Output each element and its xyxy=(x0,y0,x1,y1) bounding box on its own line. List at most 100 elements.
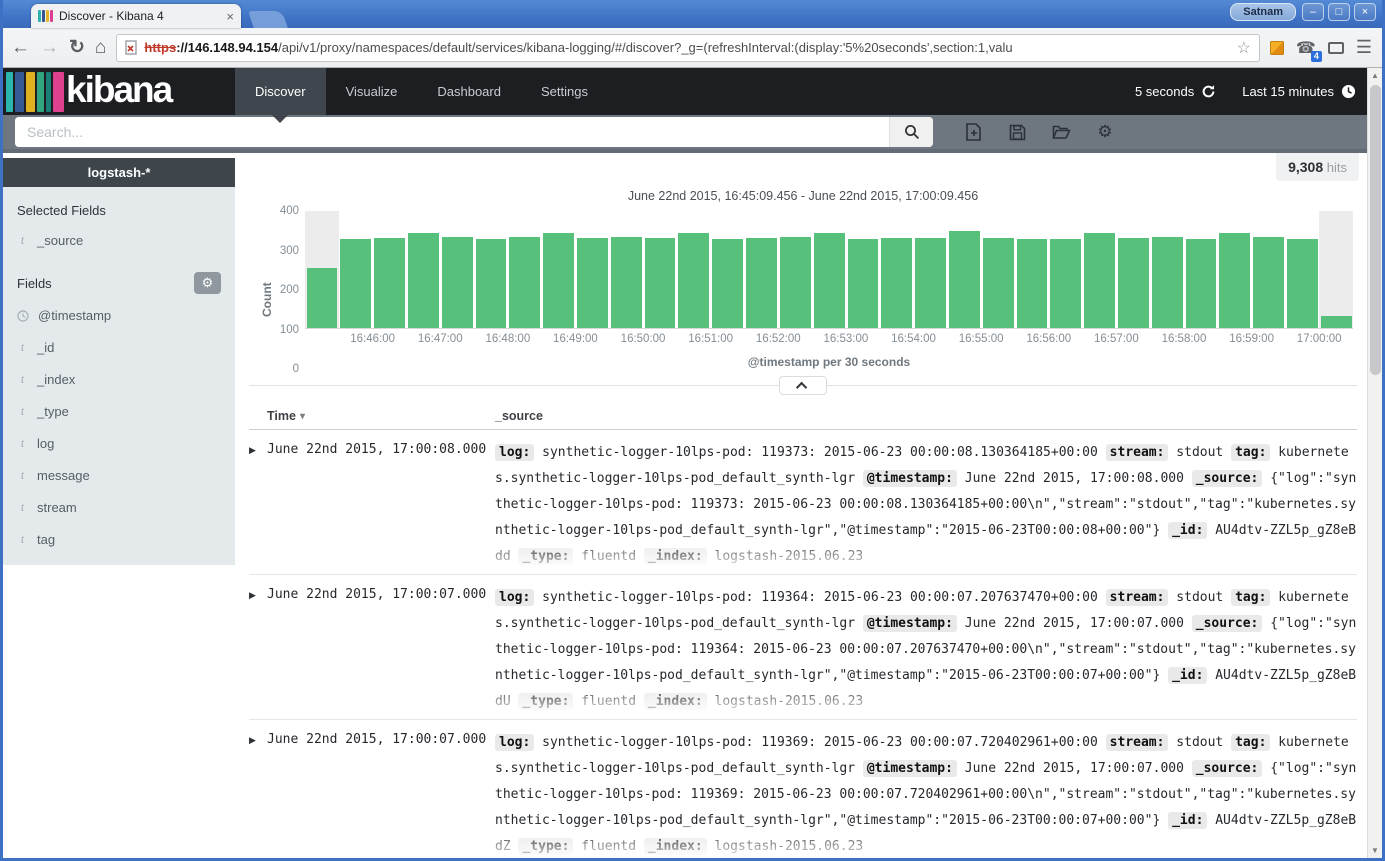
histogram-bar[interactable] xyxy=(1152,237,1183,328)
column-header-time[interactable]: Time▾ xyxy=(249,409,495,423)
logo-bar xyxy=(53,72,64,112)
scroll-up-icon[interactable]: ▲ xyxy=(1371,68,1379,83)
time-range-control[interactable]: Last 15 minutes xyxy=(1242,84,1356,99)
page-scrollbar[interactable]: ▲ ▼ xyxy=(1367,68,1382,858)
histogram-bar[interactable] xyxy=(645,238,676,328)
field-name-badge: @timestamp: xyxy=(863,470,957,487)
histogram-bar[interactable] xyxy=(1321,316,1352,328)
histogram-bar[interactable] xyxy=(1017,239,1048,329)
profile-button[interactable]: Satnam xyxy=(1230,3,1296,21)
nav-item-settings[interactable]: Settings xyxy=(521,68,608,115)
histogram-bar[interactable] xyxy=(780,237,811,328)
histogram-bar[interactable] xyxy=(1084,233,1115,328)
field-settings-button[interactable]: ⚙ xyxy=(194,272,221,294)
histogram-chart: Count 0100200300400 16:46:0016:47:0016:4… xyxy=(249,211,1357,369)
scroll-down-icon[interactable]: ▼ xyxy=(1371,843,1379,858)
field-label: _index xyxy=(37,372,75,387)
search-button[interactable] xyxy=(889,117,933,147)
histogram-bar[interactable] xyxy=(374,238,405,328)
chrome-menu-icon[interactable]: ☰ xyxy=(1356,37,1372,58)
histogram-bar[interactable] xyxy=(1186,239,1217,328)
histogram-bar[interactable] xyxy=(1287,239,1318,329)
extension-icon[interactable] xyxy=(1270,41,1284,55)
histogram-bar[interactable] xyxy=(881,238,912,328)
histogram-bar[interactable] xyxy=(746,238,777,328)
y-tick-label: 300 xyxy=(280,245,299,257)
collapse-chart-button[interactable] xyxy=(779,376,827,395)
discover-content: 9,308 hits June 22nd 2015, 16:45:09.456 … xyxy=(235,153,1367,858)
field-item-stream[interactable]: tstream xyxy=(3,491,235,523)
forward-icon[interactable]: → xyxy=(40,38,59,57)
refresh-interval-control[interactable]: 5 seconds xyxy=(1135,84,1216,99)
index-pattern-header[interactable]: logstash-* xyxy=(3,158,235,187)
histogram-bar[interactable] xyxy=(814,233,845,328)
field-item-tag[interactable]: ttag xyxy=(3,523,235,555)
field-item-message[interactable]: tmessage xyxy=(3,459,235,491)
refresh-interval-label: 5 seconds xyxy=(1135,84,1194,99)
histogram-bar-slot xyxy=(914,211,948,328)
tab-close-icon[interactable]: × xyxy=(226,10,234,23)
histogram-bar[interactable] xyxy=(678,233,709,328)
histogram-bar-slot xyxy=(981,211,1015,328)
field-item-@timestamp[interactable]: @timestamp xyxy=(3,300,235,331)
expand-row-icon[interactable]: ▶ xyxy=(249,440,267,570)
histogram-bar[interactable] xyxy=(983,238,1014,328)
nav-item-visualize[interactable]: Visualize xyxy=(326,68,418,115)
selected-fields-heading: Selected Fields xyxy=(3,187,235,224)
histogram-bar[interactable] xyxy=(543,233,574,328)
sort-desc-icon: ▾ xyxy=(300,411,305,422)
field-item-id[interactable]: t_id xyxy=(3,331,235,363)
histogram-bar[interactable] xyxy=(712,239,743,329)
histogram-bar[interactable] xyxy=(476,239,507,328)
minimize-button[interactable]: – xyxy=(1302,3,1324,21)
kibana-logo[interactable]: kibana xyxy=(3,68,235,115)
histogram-bar[interactable] xyxy=(1219,233,1250,328)
field-name-badge: tag: xyxy=(1231,589,1270,606)
histogram-bar[interactable] xyxy=(577,238,608,328)
histogram-bar[interactable] xyxy=(915,238,946,328)
nav-item-discover[interactable]: Discover xyxy=(235,68,326,115)
kibana-logo-bars-icon xyxy=(6,72,64,112)
cast-icon[interactable] xyxy=(1328,42,1344,54)
hangouts-phone-icon[interactable]: ☎4 xyxy=(1296,38,1316,58)
histogram-bar[interactable] xyxy=(1253,237,1284,328)
reload-icon[interactable]: ↻ xyxy=(69,38,85,57)
histogram-bar[interactable] xyxy=(611,237,642,328)
nav-item-dashboard[interactable]: Dashboard xyxy=(417,68,521,115)
histogram-bar[interactable] xyxy=(442,237,473,328)
expand-row-icon[interactable]: ▶ xyxy=(249,730,267,858)
histogram-bar[interactable] xyxy=(408,233,439,328)
home-icon[interactable]: ⌂ xyxy=(95,38,106,57)
histogram-bar[interactable] xyxy=(307,268,338,328)
new-tab-button[interactable] xyxy=(248,11,288,28)
field-item-source[interactable]: t_source xyxy=(3,224,235,256)
search-input[interactable] xyxy=(15,117,889,147)
browser-tab[interactable]: Discover - Kibana 4 × xyxy=(31,4,241,28)
histogram-bar[interactable] xyxy=(949,231,980,328)
field-name-badge: _type: xyxy=(518,548,573,565)
histogram-bar[interactable] xyxy=(340,239,371,329)
open-search-button[interactable] xyxy=(1039,124,1083,140)
hits-label: hits xyxy=(1327,160,1347,175)
field-name-badge: _type: xyxy=(518,693,573,710)
histogram-bar[interactable] xyxy=(1050,239,1081,329)
url-bar[interactable]: https://146.148.94.154/api/v1/proxy/name… xyxy=(116,34,1260,62)
field-item-type[interactable]: t_type xyxy=(3,395,235,427)
scrollbar-thumb[interactable] xyxy=(1370,85,1381,375)
histogram-bar[interactable] xyxy=(509,237,540,328)
back-icon[interactable]: ← xyxy=(11,38,30,57)
field-item-index[interactable]: t_index xyxy=(3,363,235,395)
save-search-button[interactable] xyxy=(995,124,1039,141)
histogram-bar[interactable] xyxy=(848,239,879,329)
field-label: _id xyxy=(37,340,54,355)
expand-row-icon[interactable]: ▶ xyxy=(249,585,267,715)
maximize-button[interactable]: □ xyxy=(1328,3,1350,21)
histogram-bar[interactable] xyxy=(1118,238,1149,328)
close-button[interactable]: × xyxy=(1354,3,1376,21)
row-time: June 22nd 2015, 17:00:07.000 xyxy=(267,730,495,858)
new-search-button[interactable] xyxy=(951,123,995,141)
settings-gear-button[interactable]: ⚙ xyxy=(1083,122,1127,142)
field-item-log[interactable]: tlog xyxy=(3,427,235,459)
bookmark-star-icon[interactable]: ☆ xyxy=(1237,38,1251,58)
favicon-bar xyxy=(42,10,45,22)
